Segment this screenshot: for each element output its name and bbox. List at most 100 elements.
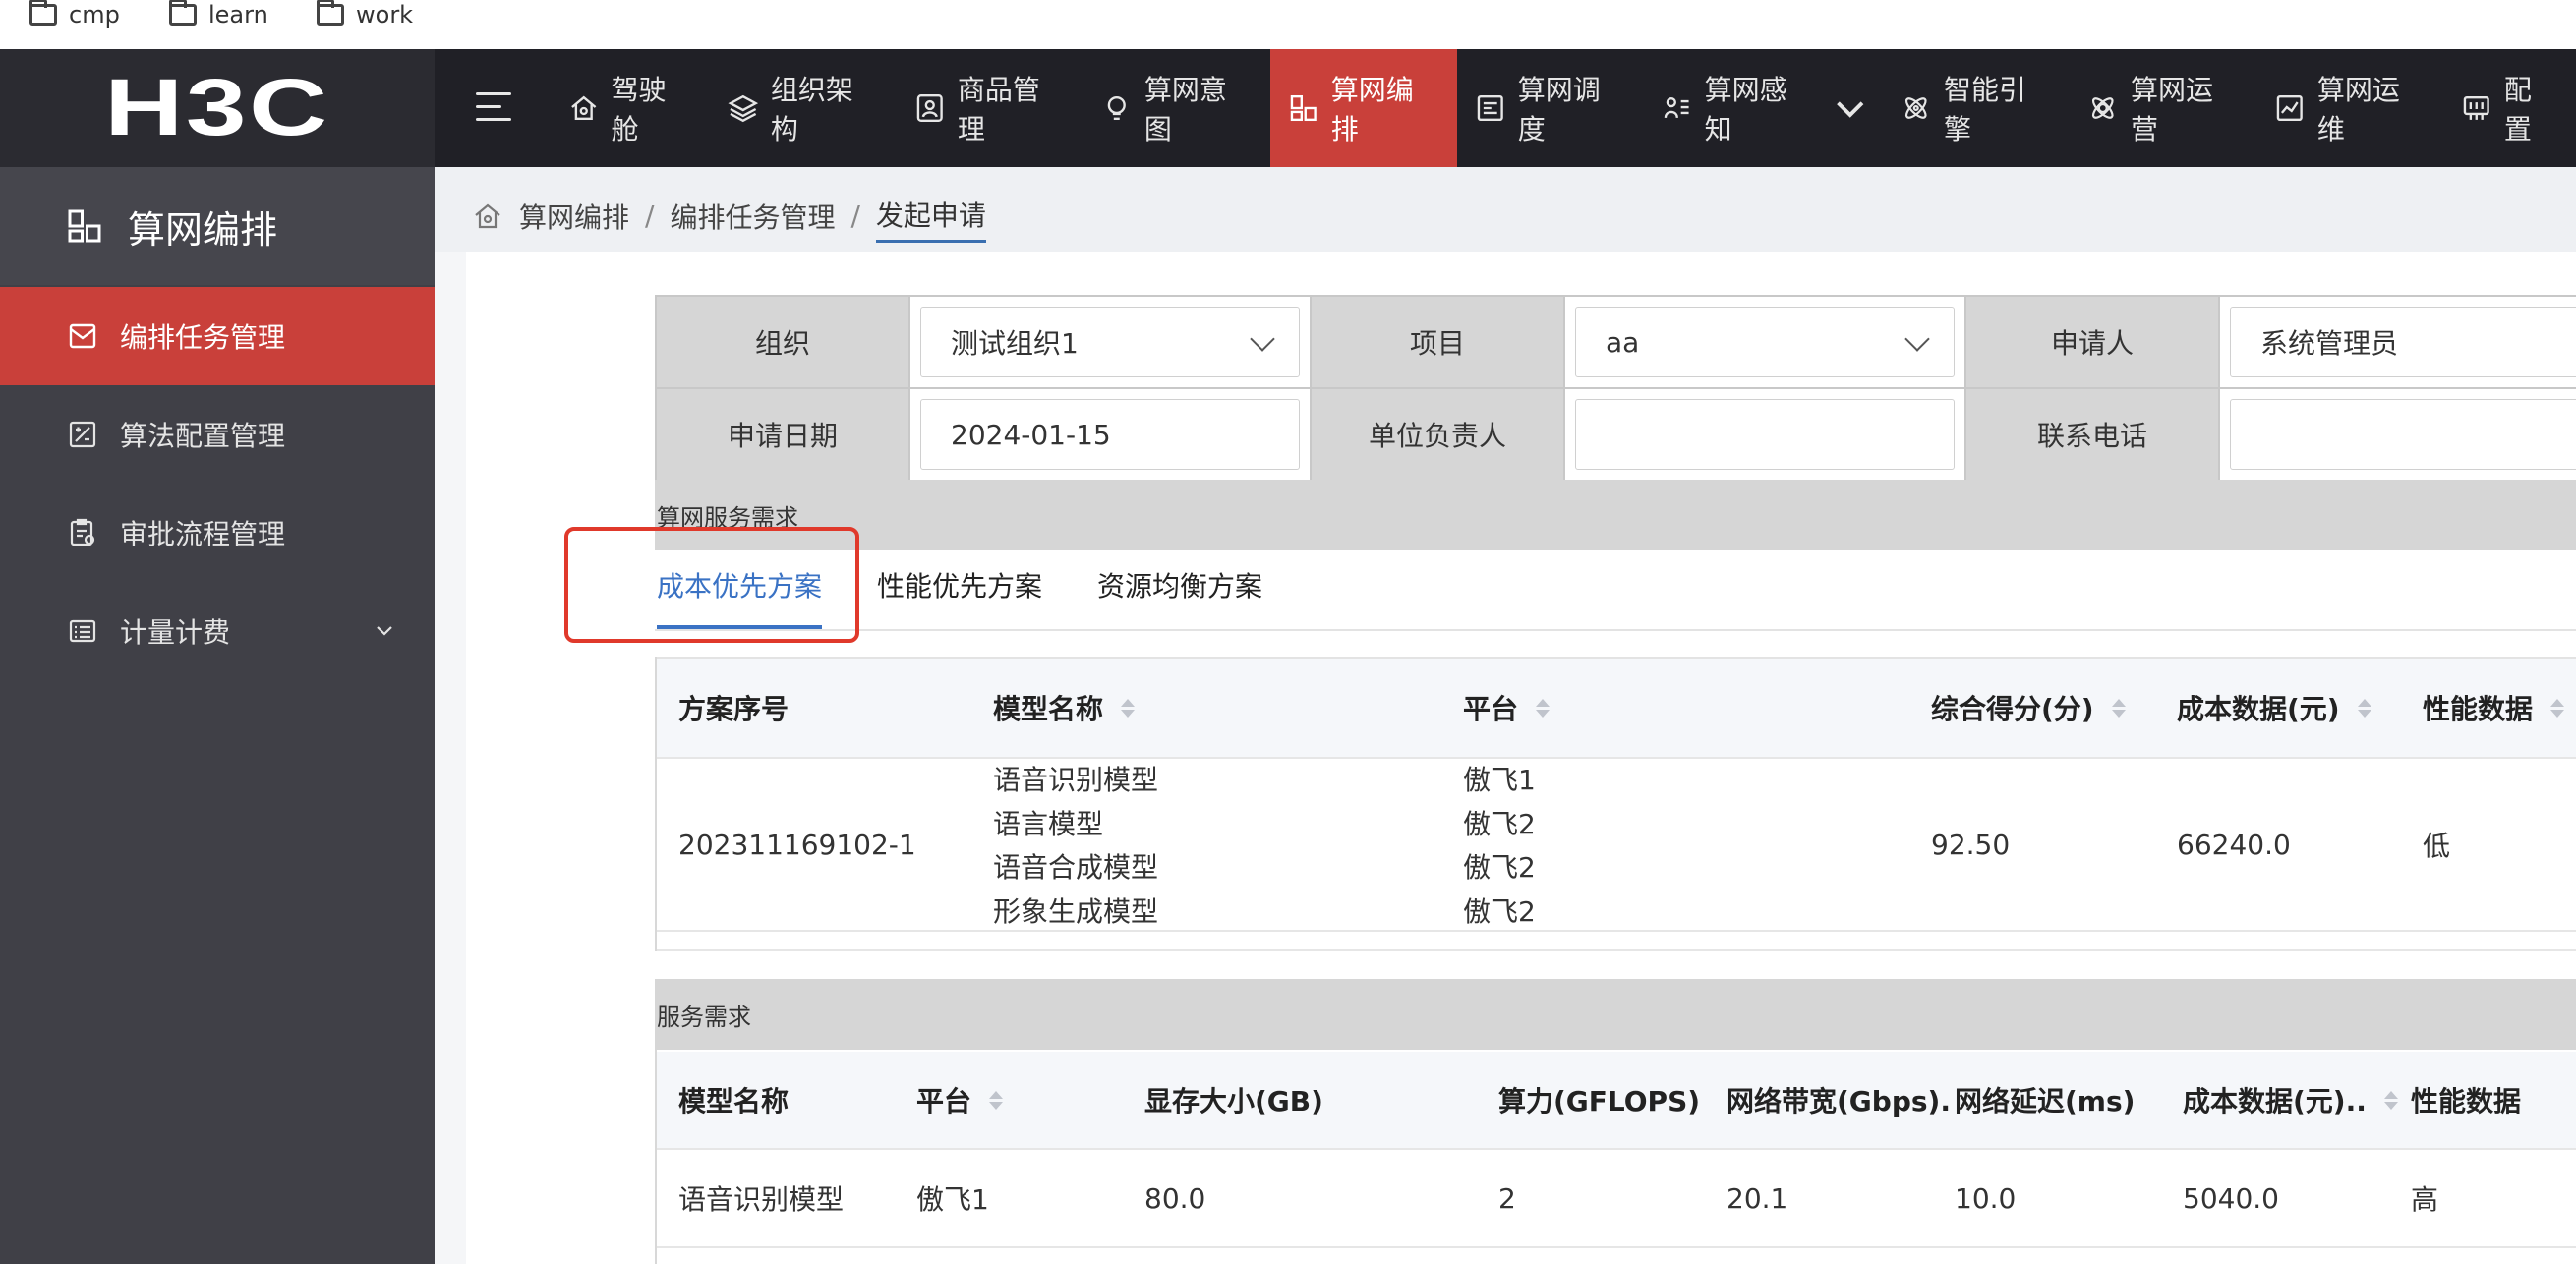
nav-item-engine[interactable]: 智能引擎: [1883, 49, 2070, 167]
table-left-border: [655, 657, 657, 951]
service-table-header: 模型名称 平台 显存大小(GB) 算力(GFLOPS) 网络带宽(Gbps). …: [655, 1052, 2576, 1150]
cost-cell: 5040.0: [2183, 1181, 2279, 1215]
breadcrumb-item[interactable]: 编排任务管理: [670, 197, 835, 236]
col-performance[interactable]: 性能数据: [2423, 659, 2565, 757]
col-cost[interactable]: 成本数据(元): [2177, 659, 2371, 757]
latency-cell: 10.0: [1955, 1181, 2017, 1215]
applicant-field[interactable]: 系统管理员: [2230, 307, 2576, 377]
table-row[interactable]: 202311169102-1 语音识别模型 语言模型 语音合成模型 形象生成模型…: [655, 759, 2576, 932]
breadcrumb-item[interactable]: 算网编排: [519, 197, 629, 236]
col-score[interactable]: 综合得分(分): [1931, 659, 2126, 757]
col-compute: 算力(GFLOPS): [1498, 1085, 1701, 1118]
score-cell: 92.50: [1931, 828, 2011, 861]
nav-item-org[interactable]: 组织架构: [710, 49, 897, 167]
phone-input[interactable]: [2230, 399, 2576, 470]
chevron-down-icon: [377, 626, 392, 636]
sidebar-item-billing[interactable]: 计量计费: [0, 582, 435, 680]
home-icon: [571, 95, 597, 121]
nav-item-intent[interactable]: 算网意图: [1083, 49, 1270, 167]
nav-item-operation[interactable]: 算网运营: [2070, 49, 2256, 167]
owner-label: 单位负责人: [1310, 387, 1565, 482]
nav-item-sense[interactable]: 算网感知: [1644, 49, 1883, 167]
nav-item-schedule[interactable]: 算网调度: [1457, 49, 1644, 167]
platform-cell: 傲飞1: [916, 1183, 989, 1216]
bulb-icon: [1107, 95, 1127, 121]
bandwidth-cell: 20.1: [1727, 1181, 1788, 1215]
nav-item-config[interactable]: 配置: [2443, 49, 2576, 167]
compute-cell: 2: [1498, 1181, 1516, 1215]
phone-label: 联系电话: [1964, 387, 2220, 482]
table-row[interactable]: 语音识别模型 傲飞1 80.0 2 20.1 10.0 5040.0 高: [655, 1150, 2576, 1248]
bookmark-learn[interactable]: learn: [169, 0, 268, 29]
performance-cell: 高: [2411, 1183, 2439, 1216]
org-select[interactable]: 测试组织1: [920, 307, 1300, 377]
tab-resource-balance[interactable]: 资源均衡方案: [1097, 545, 1262, 625]
col-bandwidth: 网络带宽(Gbps).: [1727, 1085, 1951, 1118]
sidebar-item-task-management[interactable]: 编排任务管理: [0, 287, 435, 385]
sort-icon[interactable]: [989, 1090, 1004, 1110]
col-plan-id: 方案序号: [678, 693, 790, 725]
breadcrumb-separator: /: [850, 200, 860, 232]
tab-performance-priority[interactable]: 性能优先方案: [877, 545, 1042, 625]
algorithm-icon: [69, 421, 96, 448]
sort-icon[interactable]: [1121, 698, 1136, 718]
chart-icon: [2277, 94, 2304, 122]
model-name-cell: 语音识别模型: [678, 1183, 845, 1216]
logo[interactable]: H3C: [0, 49, 435, 167]
col-platform[interactable]: 平台: [1463, 659, 1551, 757]
col-vram: 显存大小(GB): [1144, 1085, 1323, 1118]
project-label: 项目: [1310, 295, 1565, 389]
col-cost[interactable]: 成本数据(元)..: [2183, 1052, 2398, 1148]
section-compute-service-demand: 算网服务需求: [655, 480, 2576, 550]
col-performance: 性能数据: [2411, 1085, 2522, 1118]
model-list-cell: 语音识别模型 语言模型 语音合成模型 形象生成模型: [993, 764, 1159, 928]
menu-toggle-icon[interactable]: [476, 92, 511, 122]
owner-cell: [1563, 387, 1966, 482]
col-model-name[interactable]: 模型名称: [993, 659, 1136, 757]
schedule-icon: [1477, 94, 1503, 122]
nav-item-goods[interactable]: 商品管理: [897, 49, 1083, 167]
bookmark-cmp[interactable]: cmp: [29, 0, 120, 29]
main-nav: 驾驶舱 组织架构 商品管理 算网意图 算网编排 算网调度 算网感知 智能引擎 算…: [551, 49, 2576, 167]
sidebar-item-algorithm-config[interactable]: 算法配置管理: [0, 385, 435, 484]
sidebar-item-approval-flow[interactable]: 审批流程管理: [0, 484, 435, 582]
sort-icon[interactable]: [1536, 698, 1551, 718]
breadcrumb-separator: /: [645, 200, 655, 232]
sort-icon[interactable]: [2383, 1090, 2398, 1110]
phone-cell: [2218, 387, 2576, 482]
folder-icon: [29, 0, 57, 26]
col-model-name: 模型名称: [678, 1085, 790, 1118]
date-field[interactable]: 2024-01-15: [920, 399, 1300, 470]
table-left-border: [655, 1050, 657, 1264]
breadcrumb: 算网编排 / 编排任务管理 / 发起申请: [472, 189, 986, 243]
atom-icon: [1905, 97, 1927, 119]
breadcrumb-current: 发起申请: [875, 195, 986, 243]
nav-item-maintenance[interactable]: 算网运维: [2256, 49, 2443, 167]
chevron-down-icon: [1250, 326, 1275, 352]
home-icon[interactable]: [472, 201, 503, 232]
sort-icon[interactable]: [2550, 698, 2565, 718]
bookmark-work[interactable]: work: [317, 0, 413, 29]
applicant-label: 申请人: [1964, 295, 2220, 389]
plan-id-cell: 202311169102-1: [678, 828, 916, 861]
section-service-demand: 服务需求: [655, 979, 2576, 1050]
col-platform[interactable]: 平台: [916, 1052, 1004, 1148]
sort-icon[interactable]: [2111, 698, 2126, 718]
date-cell: 2024-01-15: [908, 387, 1312, 482]
table-scroll-track[interactable]: [655, 949, 2576, 951]
nav-item-cockpit[interactable]: 驾驶舱: [551, 49, 710, 167]
org-cell: 测试组织1: [908, 295, 1312, 389]
project-select[interactable]: aa: [1575, 307, 1955, 377]
list-icon: [69, 619, 96, 643]
nav-item-orchestrate[interactable]: 算网编排: [1270, 49, 1458, 167]
platform-list-cell: 傲飞1 傲飞2 傲飞2 傲飞2: [1463, 764, 1536, 928]
sort-icon[interactable]: [2357, 698, 2371, 718]
date-label: 申请日期: [655, 387, 910, 482]
clipboard-icon: [70, 518, 95, 546]
config-icon: [2464, 95, 2490, 120]
user-card-icon: [917, 94, 944, 122]
owner-input[interactable]: [1575, 399, 1955, 470]
plan-table-header: 方案序号 模型名称 平台 综合得分(分) 成本数据(元) 性能数据: [655, 659, 2576, 759]
col-latency: 网络延迟(ms): [1955, 1085, 2136, 1118]
mail-box-icon: [69, 323, 96, 349]
